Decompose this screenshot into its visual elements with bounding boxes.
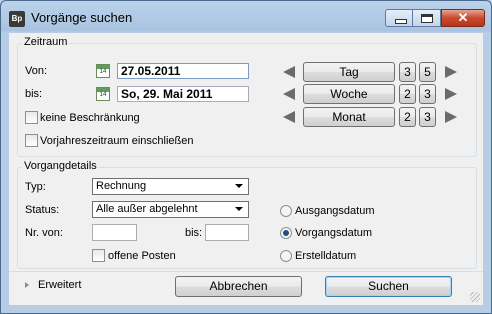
arrow-left-icon[interactable] (283, 111, 295, 123)
abbrechen-button[interactable]: Abbrechen (175, 276, 302, 297)
footer-separator (9, 271, 483, 272)
tag-step-a-button[interactable]: 3 (399, 62, 416, 82)
calendar-icon[interactable]: 14 (96, 87, 110, 101)
erweitert-link[interactable]: Erweitert (38, 279, 81, 291)
vorjahr-checkbox[interactable] (25, 134, 38, 147)
woche-step-b-button[interactable]: 3 (419, 84, 436, 104)
arrow-right-icon[interactable] (445, 66, 457, 78)
tag-step-b-button[interactable]: 5 (419, 62, 436, 82)
calendar-day: 14 (99, 92, 107, 98)
vorgangsdatum-label: Vorgangsdatum (295, 227, 373, 239)
vorgangsdetails-group-title: Vorgangdetails (22, 160, 99, 172)
woche-step-a-button[interactable]: 2 (399, 84, 416, 104)
chevron-down-icon (235, 184, 243, 188)
von-date-input[interactable]: 27.05.2011 (117, 63, 249, 79)
keine-beschraenkung-label: keine Beschränkung (40, 112, 140, 124)
dialog-window: Bp Vorgänge suchen ✕ Zeitraum Von: 14 27… (0, 0, 492, 314)
erstelldatum-label: Erstelldatum (295, 250, 357, 262)
minimize-button[interactable] (385, 9, 413, 27)
title-bar[interactable]: Bp Vorgänge suchen ✕ (1, 1, 491, 33)
resize-grip-icon[interactable] (470, 292, 480, 302)
ausgangsdatum-label: Ausgangsdatum (295, 205, 375, 217)
keine-beschraenkung-checkbox[interactable] (25, 111, 38, 124)
vorjahr-label: Vorjahreszeitraum einschließen (40, 135, 194, 147)
offene-posten-label: offene Posten (108, 250, 176, 262)
nr-bis-input[interactable] (205, 224, 249, 241)
monat-button[interactable]: Monat (303, 107, 395, 127)
status-select-value: Alle außer abgelehnt (96, 203, 198, 215)
close-button[interactable]: ✕ (441, 9, 485, 27)
status-select[interactable]: Alle außer abgelehnt (92, 201, 249, 218)
maximize-button[interactable] (413, 9, 441, 27)
offene-posten-checkbox[interactable] (92, 249, 105, 262)
bis-date-input[interactable]: So, 29. Mai 2011 (117, 86, 249, 102)
arrow-right-icon[interactable] (445, 88, 457, 100)
chevron-down-icon (235, 207, 243, 211)
monat-step-b-button[interactable]: 3 (419, 107, 436, 127)
typ-label: Typ: (25, 181, 46, 193)
monat-step-a-button[interactable]: 2 (399, 107, 416, 127)
woche-button[interactable]: Woche (303, 84, 395, 104)
nr-bis-label: bis: (185, 227, 203, 239)
nr-von-input[interactable] (92, 224, 137, 241)
maximize-icon (421, 14, 433, 23)
tag-button[interactable]: Tag (303, 62, 395, 82)
calendar-day: 14 (99, 69, 107, 75)
dialog-client-area: Zeitraum Von: 14 27.05.2011 bis: 14 So, … (9, 33, 483, 305)
arrow-left-icon[interactable] (283, 88, 295, 100)
nr-von-label: Nr. von: (25, 227, 63, 239)
app-icon: Bp (9, 11, 25, 27)
minimize-icon (395, 19, 407, 24)
close-icon: ✕ (457, 10, 469, 25)
expand-arrow-icon[interactable] (25, 282, 29, 288)
typ-select[interactable]: Rechnung (92, 178, 249, 195)
suchen-button[interactable]: Suchen (325, 276, 452, 297)
status-label: Status: (25, 204, 60, 216)
erstelldatum-radio[interactable] (280, 250, 292, 262)
vorgangsdatum-radio[interactable] (280, 227, 292, 239)
arrow-left-icon[interactable] (283, 66, 295, 78)
von-label: Von: (25, 65, 48, 77)
typ-select-value: Rechnung (96, 180, 147, 192)
bis-label: bis: (25, 88, 43, 100)
zeitraum-group-title: Zeitraum (22, 36, 70, 48)
window-title: Vorgänge suchen (31, 10, 133, 25)
calendar-icon[interactable]: 14 (96, 64, 110, 78)
ausgangsdatum-radio[interactable] (280, 205, 292, 217)
arrow-right-icon[interactable] (445, 111, 457, 123)
